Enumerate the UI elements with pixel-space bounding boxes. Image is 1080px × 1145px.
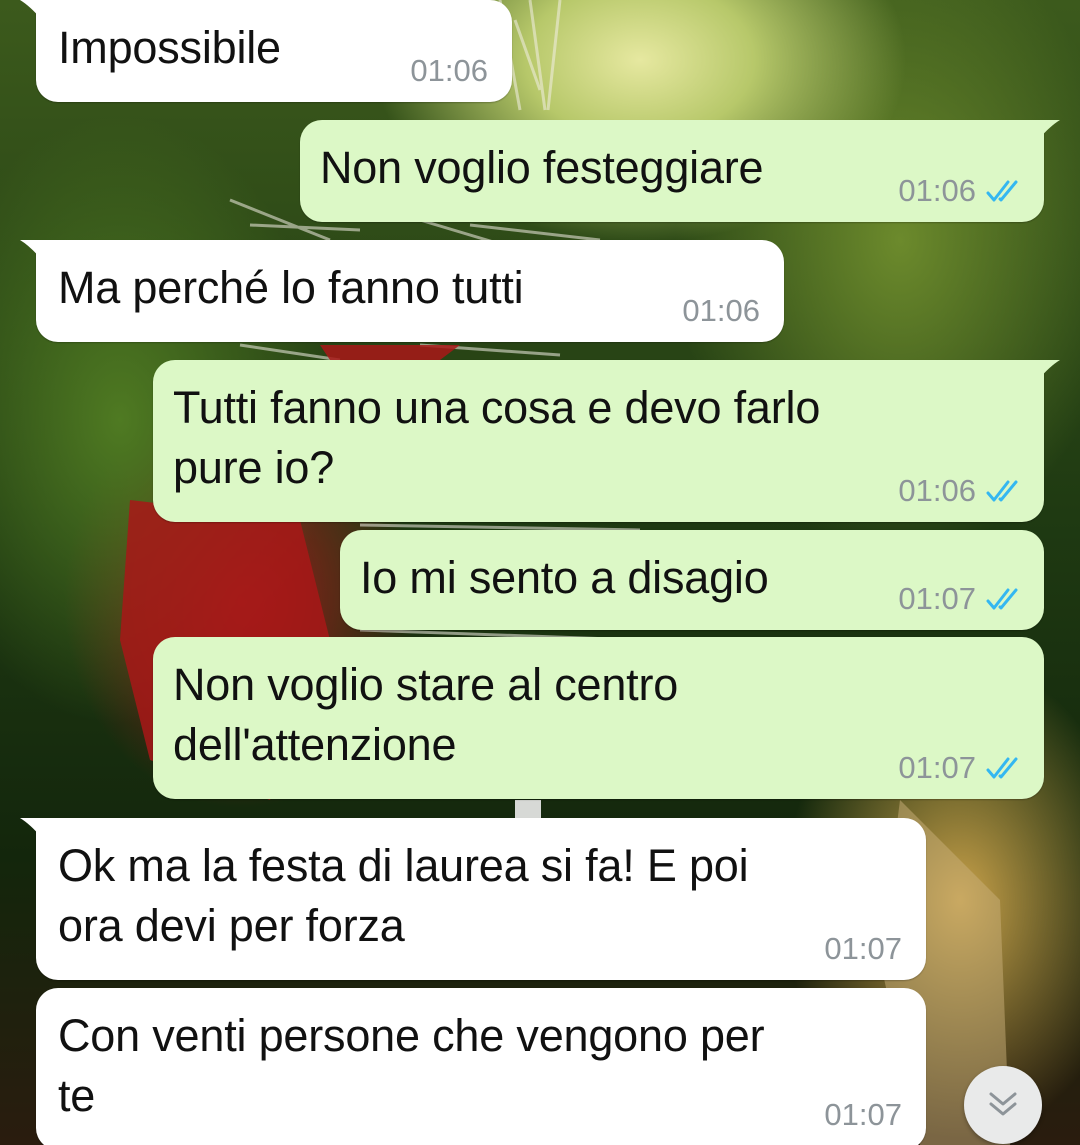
double-chevron-down-icon: [989, 1092, 1017, 1116]
message-bubble-outgoing[interactable]: Non voglio festeggiare 01:06: [300, 120, 1060, 222]
message-bubble-incoming[interactable]: Impossibile 01:06: [20, 0, 512, 102]
message-bubble-incoming[interactable]: Ma perché lo fanno tutti 01:06: [20, 240, 784, 342]
message-time: 01:06: [898, 173, 976, 208]
bubble-tail: [20, 818, 42, 838]
message-time: 01:06: [898, 473, 976, 508]
message-bubble-outgoing[interactable]: Io mi sento a disagio 01:07: [340, 530, 1044, 630]
read-receipt-icon: [986, 757, 1018, 779]
read-receipt-icon: [986, 480, 1018, 502]
message-time: 01:07: [824, 931, 902, 966]
message-text: Con venti persone che vengono per te: [58, 1010, 765, 1121]
message-bubble-incoming[interactable]: Ok ma la festa di laurea si fa! E poi or…: [20, 818, 926, 980]
message-bubble-outgoing[interactable]: Non voglio stare al centro dell'attenzio…: [153, 637, 1044, 799]
bubble-tail: [20, 0, 42, 20]
chat-background: Impossibile 01:06 Non voglio festeggiare…: [0, 0, 1080, 1145]
message-text: Impossibile: [58, 22, 281, 73]
bubble-tail: [1038, 120, 1060, 140]
message-text: Io mi sento a disagio: [360, 552, 769, 603]
message-text: Ok ma la festa di laurea si fa! E poi or…: [58, 840, 749, 951]
message-time: 01:07: [824, 1097, 902, 1132]
message-text: Ma perché lo fanno tutti: [58, 262, 524, 313]
message-text: Tutti fanno una cosa e devo farlo pure i…: [173, 382, 821, 493]
scroll-to-bottom-button[interactable]: [964, 1066, 1042, 1144]
message-text: Non voglio festeggiare: [320, 142, 764, 193]
message-bubble-outgoing[interactable]: Tutti fanno una cosa e devo farlo pure i…: [153, 360, 1060, 522]
message-text: Non voglio stare al centro dell'attenzio…: [173, 659, 679, 770]
message-time: 01:07: [898, 581, 976, 616]
read-receipt-icon: [986, 588, 1018, 610]
message-time: 01:06: [682, 293, 760, 328]
bubble-tail: [20, 240, 42, 260]
message-bubble-incoming[interactable]: Con venti persone che vengono per te 01:…: [36, 988, 926, 1145]
bubble-tail: [1038, 360, 1060, 380]
message-time: 01:06: [410, 53, 488, 88]
message-time: 01:07: [898, 750, 976, 785]
read-receipt-icon: [986, 180, 1018, 202]
